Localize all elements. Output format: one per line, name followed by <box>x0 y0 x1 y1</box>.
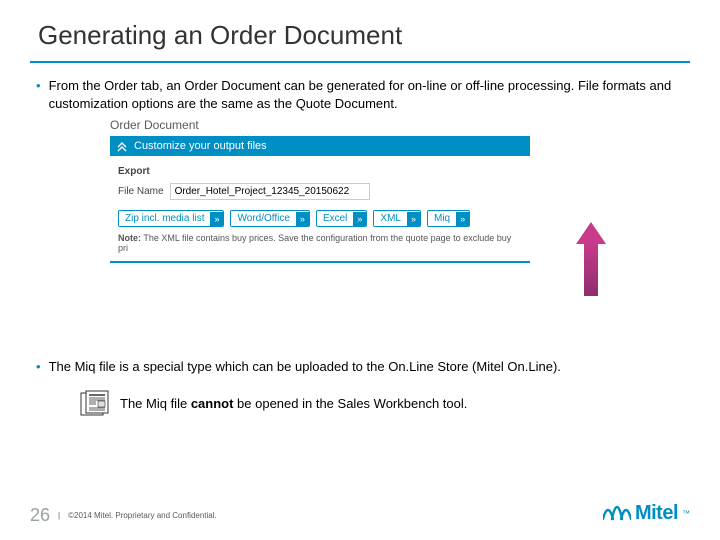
chevron-right-icon: » <box>456 212 469 226</box>
page-number: 26 <box>30 505 50 526</box>
mitel-logo: Mitel ™ <box>603 501 690 526</box>
mitel-logo-icon <box>603 501 631 526</box>
word-button-label: Word/Office <box>231 211 295 226</box>
xml-button[interactable]: XML » <box>373 210 421 227</box>
excel-button[interactable]: Excel » <box>316 210 367 227</box>
chevron-right-icon: » <box>296 212 309 226</box>
miq-button[interactable]: Miq » <box>427 210 470 227</box>
screenshot-panel-title: Order Document <box>110 118 690 132</box>
lower-content: • The Miq file is a special type which c… <box>30 358 690 418</box>
footer-sep: | <box>58 511 60 520</box>
bullet-dot: • <box>36 358 41 376</box>
page-title: Generating an Order Document <box>38 20 690 57</box>
filename-label: File Name <box>118 186 164 197</box>
slide-footer: 26 | ©2014 Mitel. Proprietary and Confid… <box>30 501 690 526</box>
bullet-dot: • <box>36 77 41 112</box>
copyright-text: ©2014 Mitel. Proprietary and Confidentia… <box>68 511 217 520</box>
trademark-symbol: ™ <box>682 509 690 518</box>
footer-left: 26 | ©2014 Mitel. Proprietary and Confid… <box>30 505 217 526</box>
newspaper-icon <box>80 390 110 418</box>
export-panel: Export File Name Zip incl. media list » … <box>110 156 530 263</box>
filename-input[interactable] <box>170 183 370 200</box>
bullet-2: • The Miq file is a special type which c… <box>30 358 690 376</box>
chevron-right-icon: » <box>407 212 420 226</box>
export-note-text: The XML file contains buy prices. Save t… <box>118 233 511 253</box>
chevron-right-icon: » <box>210 212 223 226</box>
warning-note-text: The Miq file cannot be opened in the Sal… <box>120 396 467 411</box>
filename-row: File Name <box>118 183 522 200</box>
warning-note-prefix: The Miq file <box>120 396 191 411</box>
title-rule <box>30 61 690 63</box>
mitel-logo-text: Mitel <box>635 502 678 525</box>
bullet-2-text: The Miq file is a special type which can… <box>49 358 690 376</box>
customize-bar-label: Customize your output files <box>134 140 267 152</box>
bullet-1: • From the Order tab, an Order Document … <box>30 77 690 112</box>
xml-button-label: XML <box>374 211 407 226</box>
zip-button-label: Zip incl. media list <box>119 211 210 226</box>
chevron-right-icon: » <box>353 212 366 226</box>
warning-note-suffix: be opened in the Sales Workbench tool. <box>233 396 467 411</box>
callout-arrow-icon <box>576 222 606 296</box>
collapse-icon <box>116 140 128 152</box>
customize-bar[interactable]: Customize your output files <box>110 136 530 156</box>
excel-button-label: Excel <box>317 211 353 226</box>
zip-button[interactable]: Zip incl. media list » <box>118 210 224 227</box>
export-label: Export <box>118 166 522 177</box>
miq-button-label: Miq <box>428 211 456 226</box>
slide: Generating an Order Document • From the … <box>0 0 720 540</box>
warning-note: The Miq file cannot be opened in the Sal… <box>80 390 690 418</box>
word-button[interactable]: Word/Office » <box>230 210 309 227</box>
bullet-1-text: From the Order tab, an Order Document ca… <box>49 77 690 112</box>
warning-note-em: cannot <box>191 396 234 411</box>
export-buttons-row: Zip incl. media list » Word/Office » Exc… <box>118 210 522 227</box>
export-note: Note: The XML file contains buy prices. … <box>118 233 522 253</box>
export-note-label: Note: <box>118 233 141 243</box>
order-document-screenshot: Order Document Customize your output fil… <box>110 118 690 263</box>
